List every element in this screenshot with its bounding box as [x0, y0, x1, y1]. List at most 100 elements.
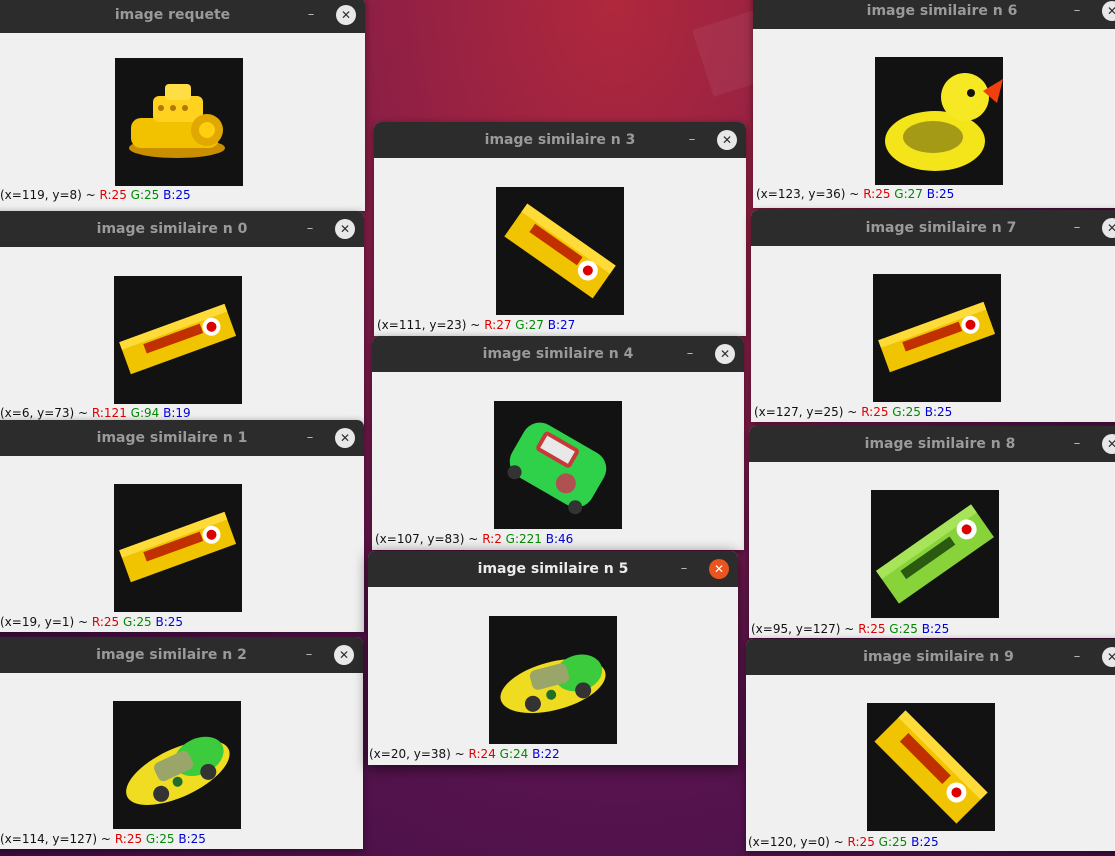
thumbnail-yellow-green-toy-car [489, 616, 617, 744]
minimize-button[interactable]: – [300, 420, 320, 456]
green-value: G:25 [145, 832, 175, 846]
window-similar-1[interactable]: image similaire n 1 – ✕ (x=19, y=1) ~ R:… [0, 420, 364, 632]
titlebar[interactable]: image similaire n 9 – ✕ [746, 639, 1115, 675]
red-value: R:2 [482, 532, 502, 546]
close-button[interactable]: ✕ [715, 344, 735, 364]
pixel-readout: (x=120, y=0) ~ R:25 G:25 B:25 [748, 835, 939, 849]
window-similar-4[interactable]: image similaire n 4 – ✕ (x=107, y=83) ~ … [372, 336, 744, 550]
minimize-button[interactable]: – [680, 336, 700, 372]
minimize-button[interactable]: – [300, 211, 320, 247]
close-button[interactable]: ✕ [717, 130, 737, 150]
window-title: image requete [114, 7, 231, 23]
window-title: image similaire n 9 [863, 649, 1014, 665]
coords-text: (x=120, y=0) ~ [748, 835, 844, 849]
blue-value: B:25 [163, 188, 191, 202]
pixel-readout: (x=114, y=127) ~ R:25 G:25 B:25 [0, 832, 206, 846]
thumbnail-green-gum-pack [871, 490, 999, 618]
minimize-button[interactable]: – [1067, 426, 1087, 462]
blue-value: B:22 [532, 747, 560, 761]
red-value: R:25 [91, 615, 120, 629]
window-similar-6[interactable]: image similaire n 6 – ✕ (x=123, y=36) ~ … [753, 0, 1115, 208]
green-value: G:25 [130, 188, 160, 202]
window-title: image similaire n 6 [866, 3, 1018, 19]
thumbnail-yellow-gum-pack [114, 276, 242, 404]
minimize-button[interactable]: – [1067, 210, 1087, 246]
pixel-readout: (x=123, y=36) ~ R:25 G:27 B:25 [756, 187, 954, 201]
thumbnail-yellow-boat-toy [115, 58, 243, 186]
window-similar-5[interactable]: image similaire n 5 – ✕ (x=20, y=38) ~ R… [368, 551, 738, 765]
red-value: R:25 [858, 622, 886, 636]
thumbnail-green-toy-car [494, 401, 622, 529]
pixel-readout: (x=20, y=38) ~ R:24 G:24 B:22 [369, 747, 560, 761]
minimize-button[interactable]: – [1067, 639, 1087, 675]
red-value: R:25 [99, 188, 127, 202]
window-similar-7[interactable]: image similaire n 7 – ✕ (x=127, y=25) ~ … [751, 210, 1115, 422]
close-button[interactable]: ✕ [335, 428, 355, 448]
window-query[interactable]: image requete – ✕ (x=119, y=8) ~ R:25 G:… [0, 0, 365, 211]
titlebar[interactable]: image similaire n 0 – ✕ [0, 211, 364, 247]
window-similar-2[interactable]: image similaire n 2 – ✕ (x=114, y=127) ~… [0, 637, 363, 849]
window-title: image similaire n 7 [865, 220, 1017, 236]
minimize-button[interactable]: – [301, 0, 321, 33]
coords-text: (x=111, y=23) ~ [377, 318, 481, 332]
close-button[interactable]: ✕ [334, 645, 354, 665]
red-value: R:25 [847, 835, 875, 849]
pixel-readout: (x=111, y=23) ~ R:27 G:27 B:27 [377, 318, 575, 332]
minimize-button[interactable]: – [299, 637, 319, 673]
red-value: R:24 [468, 747, 496, 761]
pixel-readout: (x=107, y=83) ~ R:2 G:221 B:46 [375, 532, 573, 546]
blue-value: B:25 [926, 187, 955, 201]
close-button[interactable]: ✕ [1102, 1, 1115, 21]
coords-text: (x=123, y=36) ~ [756, 187, 860, 201]
blue-value: B:25 [911, 835, 939, 849]
coords-text: (x=95, y=127) ~ [751, 622, 855, 636]
coords-text: (x=19, y=1) ~ [0, 615, 89, 629]
green-value: G:94 [130, 406, 160, 420]
window-title: image similaire n 2 [96, 647, 247, 663]
thumbnail-yellow-gum-pack [496, 187, 624, 315]
titlebar[interactable]: image similaire n 3 – ✕ [374, 122, 746, 158]
green-value: G:221 [505, 532, 542, 546]
red-value: R:27 [484, 318, 512, 332]
red-value: R:25 [863, 187, 891, 201]
coords-text: (x=6, y=73) ~ [0, 406, 89, 420]
titlebar[interactable]: image similaire n 1 – ✕ [0, 420, 364, 456]
blue-value: B:25 [178, 832, 206, 846]
pixel-readout: (x=19, y=1) ~ R:25 G:25 B:25 [0, 615, 183, 629]
titlebar[interactable]: image similaire n 5 – ✕ [368, 551, 738, 587]
minimize-button[interactable]: – [674, 551, 694, 587]
pixel-readout: (x=95, y=127) ~ R:25 G:25 B:25 [751, 622, 949, 636]
close-button[interactable]: ✕ [1102, 647, 1115, 667]
window-title: image similaire n 5 [477, 561, 629, 577]
close-button[interactable]: ✕ [1102, 434, 1115, 454]
green-value: G:25 [878, 835, 908, 849]
blue-value: B:27 [547, 318, 576, 332]
close-button[interactable]: ✕ [1102, 218, 1115, 238]
thumbnail-yellow-gum-pack [114, 484, 242, 612]
titlebar[interactable]: image similaire n 7 – ✕ [751, 210, 1115, 246]
window-similar-9[interactable]: image similaire n 9 – ✕ (x=120, y=0) ~ R… [746, 639, 1115, 851]
minimize-button[interactable]: – [682, 122, 702, 158]
titlebar[interactable]: image similaire n 8 – ✕ [749, 426, 1115, 462]
titlebar[interactable]: image similaire n 4 – ✕ [372, 336, 744, 372]
window-title: image similaire n 0 [96, 221, 248, 237]
blue-value: B:25 [155, 615, 184, 629]
blue-value: B:19 [163, 406, 191, 420]
close-button[interactable]: ✕ [709, 559, 729, 579]
green-value: G:27 [894, 187, 923, 201]
green-value: G:25 [889, 622, 918, 636]
window-similar-0[interactable]: image similaire n 0 – ✕ (x=6, y=73) ~ R:… [0, 211, 364, 426]
close-button[interactable]: ✕ [336, 5, 356, 25]
pixel-readout: (x=119, y=8) ~ R:25 G:25 B:25 [0, 188, 191, 202]
titlebar[interactable]: image similaire n 2 – ✕ [0, 637, 363, 673]
green-value: G:24 [499, 747, 529, 761]
titlebar[interactable]: image requete – ✕ [0, 0, 365, 33]
close-button[interactable]: ✕ [335, 219, 355, 239]
pixel-readout: (x=127, y=25) ~ R:25 G:25 B:25 [754, 405, 952, 419]
minimize-button[interactable]: – [1067, 0, 1087, 29]
window-similar-3[interactable]: image similaire n 3 – ✕ (x=111, y=23) ~ … [374, 122, 746, 336]
titlebar[interactable]: image similaire n 6 – ✕ [753, 0, 1115, 29]
window-similar-8[interactable]: image similaire n 8 – ✕ (x=95, y=127) ~ … [749, 426, 1115, 638]
blue-value: B:25 [921, 622, 950, 636]
coords-text: (x=114, y=127) ~ [0, 832, 111, 846]
